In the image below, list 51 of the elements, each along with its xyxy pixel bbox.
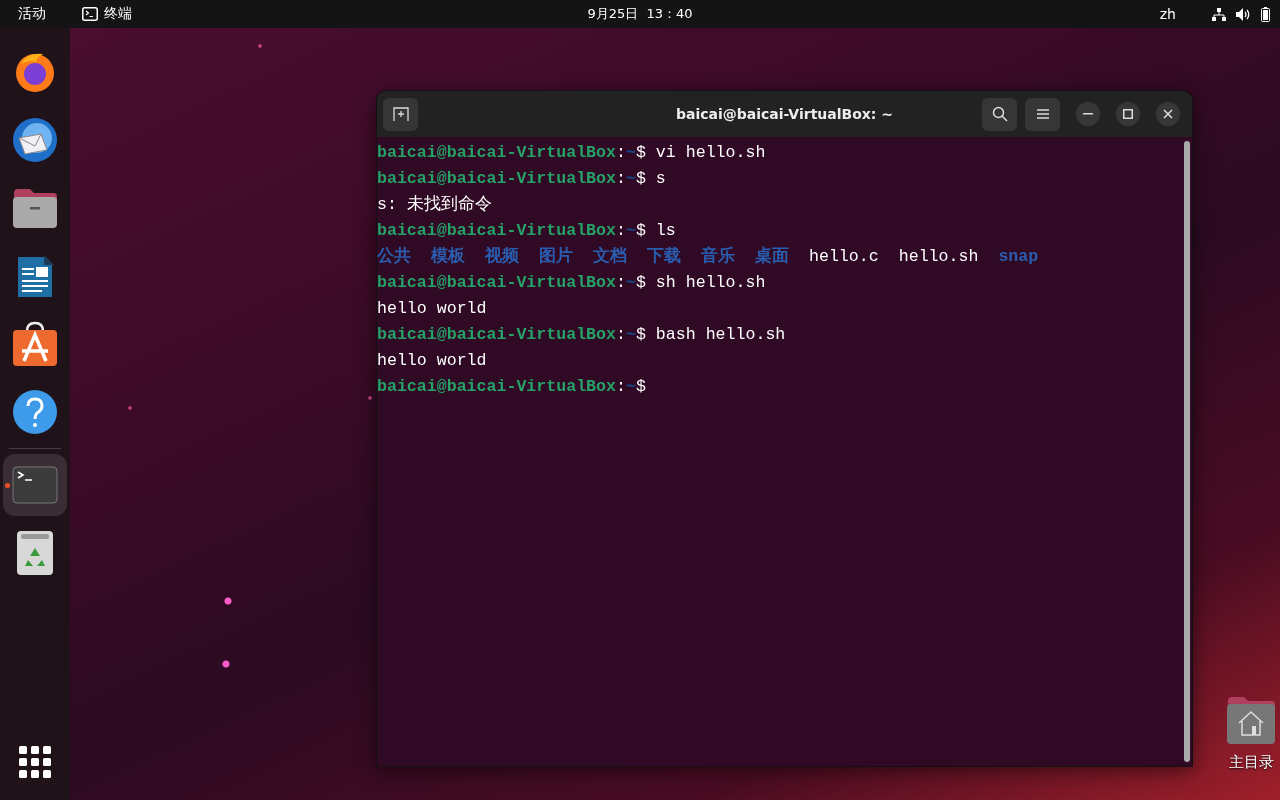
maximize-button[interactable]	[1116, 102, 1140, 126]
volume-icon[interactable]	[1236, 7, 1251, 21]
terminal-line: baicai@baicai-VirtualBox:~$ vi hello.sh	[377, 142, 766, 164]
terminal-line: baicai@baicai-VirtualBox:~$	[377, 376, 646, 398]
terminal-output: hello world	[377, 350, 487, 372]
terminal-line: baicai@baicai-VirtualBox:~$ bash hello.sh	[377, 324, 786, 346]
terminal-icon	[82, 7, 98, 21]
terminal-line: baicai@baicai-VirtualBox:~$ sh hello.sh	[377, 272, 766, 294]
clock[interactable]: 9月25日 13：40	[587, 5, 693, 23]
menu-button[interactable]	[1025, 97, 1060, 131]
recycle-bin-icon	[16, 530, 54, 576]
activities-button[interactable]: 活动	[18, 5, 46, 23]
shopping-bag-icon	[12, 321, 58, 367]
terminal-line: baicai@baicai-VirtualBox:~$ ls	[377, 220, 676, 242]
home-folder-icon[interactable]	[1226, 695, 1276, 745]
directory-name: 音乐	[701, 245, 735, 268]
menu-icon	[1036, 109, 1049, 119]
directory-name: snap	[998, 246, 1039, 268]
directory-name: 下载	[647, 245, 681, 268]
window-title: baicai@baicai-VirtualBox: ~	[675, 106, 894, 122]
terminal-line: baicai@baicai-VirtualBox:~$ s	[377, 168, 666, 190]
desktop-icon-label[interactable]: 主目录	[1228, 753, 1274, 772]
app-menu[interactable]: 终端	[82, 5, 132, 23]
directory-name: 公共	[377, 245, 411, 268]
new-tab-button[interactable]	[383, 97, 418, 131]
folder-icon	[12, 187, 58, 229]
file-name: hello.c	[809, 246, 879, 268]
minimize-icon	[1083, 113, 1093, 115]
directory-name: 文档	[593, 245, 627, 268]
input-method-indicator[interactable]: zh	[1159, 6, 1176, 22]
battery-icon[interactable]	[1261, 6, 1270, 22]
document-icon	[16, 253, 54, 299]
directory-name: 模板	[431, 245, 465, 268]
search-button[interactable]	[982, 97, 1017, 131]
scrollbar[interactable]	[1184, 141, 1190, 762]
network-icon[interactable]	[1212, 7, 1226, 21]
search-icon	[991, 106, 1008, 122]
terminal-output: hello world	[377, 298, 487, 320]
close-icon	[1163, 109, 1173, 119]
close-button[interactable]	[1156, 102, 1180, 126]
new-tab-icon	[392, 107, 409, 121]
minimize-button[interactable]	[1076, 102, 1100, 126]
maximize-icon	[1123, 109, 1133, 119]
terminal-icon	[12, 466, 58, 504]
app-grid-icon[interactable]	[19, 746, 51, 778]
file-name: hello.sh	[898, 246, 979, 268]
directory-name: 视频	[485, 245, 519, 268]
directory-name: 桌面	[755, 245, 789, 268]
question-mark-icon	[12, 389, 58, 435]
directory-name: 图片	[539, 245, 573, 268]
terminal-output: s: 未找到命令	[377, 194, 492, 216]
